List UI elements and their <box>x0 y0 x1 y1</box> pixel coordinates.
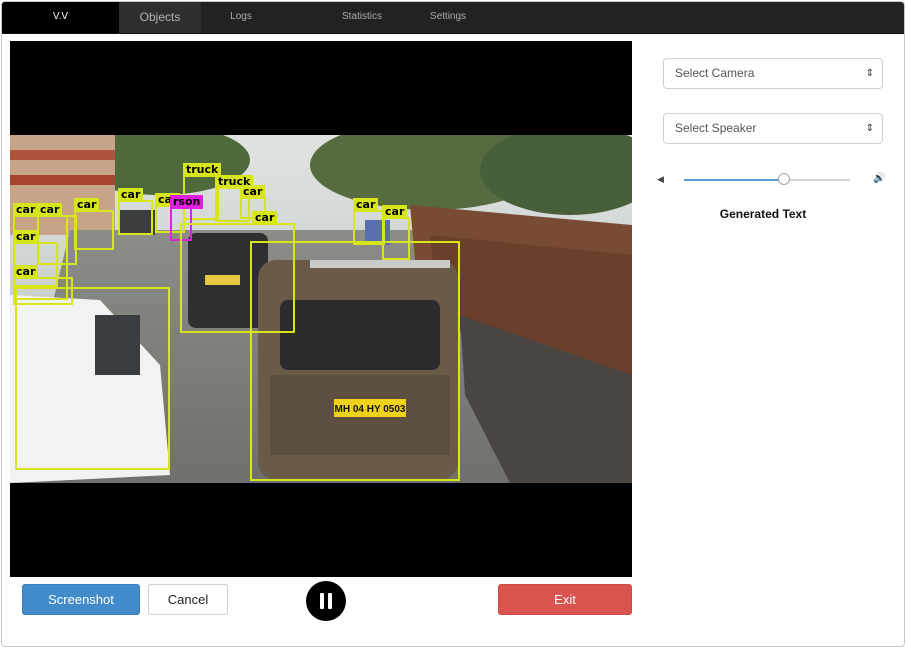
camera-select[interactable]: Select Camera ⇕ <box>663 58 883 89</box>
detection-label: car <box>240 185 266 199</box>
camera-frame: MH 04 HY 0503 car car car car car car ca… <box>10 135 632 483</box>
detection-label: car <box>37 203 63 217</box>
nav-item-logs[interactable]: Logs <box>216 2 266 33</box>
volume-low-icon: ◀ <box>657 174 664 184</box>
detection-box: car <box>353 198 385 245</box>
brand-logo[interactable]: V.V <box>2 2 119 33</box>
volume-slider-thumb[interactable] <box>777 173 790 185</box>
detection-label: rson <box>170 195 204 209</box>
camera-select-placeholder: Select Camera <box>675 66 755 80</box>
nav-item-objects[interactable]: Objects <box>119 2 201 33</box>
speaker-select[interactable]: Select Speaker ⇕ <box>663 113 883 144</box>
detection-label: car <box>118 188 144 202</box>
select-caret-icon: ⇕ <box>865 68 874 79</box>
exit-button[interactable]: Exit <box>498 584 632 615</box>
nav-item-statistics[interactable]: Statistics <box>332 2 392 33</box>
volume-slider-fill <box>684 179 784 181</box>
generated-text-heading: Generated Text <box>719 207 807 221</box>
detection-label: car <box>353 198 379 212</box>
nav-item-settings[interactable]: Settings <box>420 2 476 33</box>
video-feed[interactable]: MH 04 HY 0503 car car car car car car ca… <box>10 41 632 577</box>
detection-box: car <box>382 205 410 260</box>
detection-label: car <box>382 205 408 219</box>
app-window: V.V Objects Logs Statistics Settings MH … <box>1 1 905 647</box>
select-caret-icon: ⇕ <box>865 123 874 134</box>
detection-label: car <box>13 265 39 279</box>
detection-label: car <box>252 211 278 225</box>
detection-box <box>250 241 460 481</box>
detection-label: car <box>13 230 39 244</box>
detection-label: car <box>13 203 39 217</box>
screenshot-button[interactable]: Screenshot <box>22 584 140 615</box>
pause-icon <box>328 593 332 609</box>
volume-slider[interactable] <box>684 173 850 185</box>
detection-box: car <box>74 198 114 250</box>
detection-box <box>15 287 170 470</box>
pause-icon <box>320 593 324 609</box>
speaker-select-placeholder: Select Speaker <box>675 121 757 135</box>
detection-box: car <box>118 188 153 235</box>
cancel-button[interactable]: Cancel <box>148 584 228 615</box>
detection-label: car <box>74 198 100 212</box>
top-navbar: V.V Objects Logs Statistics Settings <box>2 2 904 34</box>
volume-high-icon: 🔊 <box>873 173 886 184</box>
pause-button[interactable] <box>306 581 346 621</box>
